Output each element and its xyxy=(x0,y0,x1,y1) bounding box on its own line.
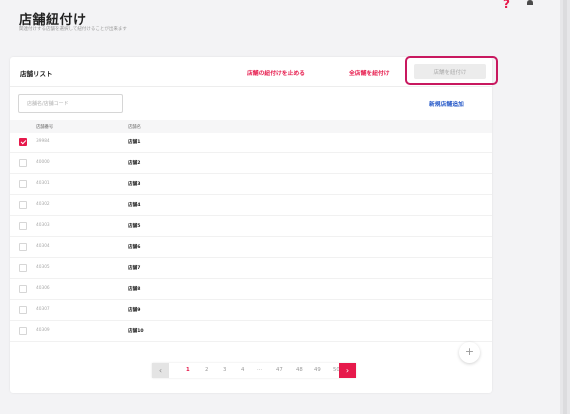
page-link[interactable]: 49 xyxy=(314,367,321,373)
page-ellipsis: ··· xyxy=(257,367,263,373)
help-icon[interactable]: ? xyxy=(503,0,510,11)
search-input[interactable] xyxy=(18,94,123,113)
bell-icon[interactable] xyxy=(526,0,534,6)
row-checkbox[interactable] xyxy=(19,306,27,314)
row-checkbox[interactable] xyxy=(19,264,27,272)
next-page-button[interactable]: › xyxy=(339,363,356,378)
table-row[interactable]: 40307 店舗9 xyxy=(10,301,492,321)
store-name: 店舗4 xyxy=(128,203,141,208)
store-name: 店舗10 xyxy=(128,329,144,334)
stop-linking-button[interactable]: 店舗の紐付けを止める xyxy=(247,68,305,77)
table-row[interactable]: 40302 店舗4 xyxy=(10,196,492,216)
add-fab-button[interactable]: + xyxy=(459,342,480,363)
page-link[interactable]: 1 xyxy=(186,367,190,373)
page-link[interactable]: 3 xyxy=(223,367,226,373)
column-header-store-no: 店舗番号 xyxy=(36,125,54,130)
store-number: 40302 xyxy=(36,202,50,207)
table-row[interactable]: 40000 店舗2 xyxy=(10,154,492,174)
page-link[interactable]: 4 xyxy=(241,367,244,373)
store-number: 40303 xyxy=(36,223,50,228)
scrollbar[interactable] xyxy=(560,0,570,414)
row-checkbox[interactable] xyxy=(19,243,27,251)
divider xyxy=(10,86,492,87)
row-checkbox[interactable] xyxy=(19,180,27,188)
table-row[interactable]: 40303 店舗5 xyxy=(10,217,492,237)
row-checkbox[interactable] xyxy=(19,201,27,209)
link-all-stores-button[interactable]: 全店舗を紐付け xyxy=(349,68,390,77)
row-checkbox[interactable] xyxy=(19,285,27,293)
store-number: 40301 xyxy=(36,181,50,186)
store-name: 店舗7 xyxy=(128,266,141,271)
page-link[interactable]: 47 xyxy=(276,367,283,373)
store-number: 40309 xyxy=(36,328,50,333)
table-row[interactable]: 40309 店舗10 xyxy=(10,322,492,342)
store-number: 40306 xyxy=(36,286,50,291)
row-checkbox[interactable] xyxy=(19,222,27,230)
page-link[interactable]: 2 xyxy=(205,367,208,373)
store-name: 店舗5 xyxy=(128,224,141,229)
store-number: 40304 xyxy=(36,244,50,249)
prev-page-button[interactable]: ‹ xyxy=(152,363,169,378)
store-name: 店舗2 xyxy=(128,161,141,166)
table-row[interactable]: 40305 店舗7 xyxy=(10,259,492,279)
column-header-store-name: 店舗名 xyxy=(128,125,141,130)
store-name: 店舗1 xyxy=(128,140,141,145)
store-number: 40307 xyxy=(36,307,50,312)
table-row[interactable]: 40301 店舗3 xyxy=(10,175,492,195)
store-name: 店舗6 xyxy=(128,245,141,250)
row-checkbox[interactable] xyxy=(19,159,27,167)
table-row[interactable]: 39984 店舗1 xyxy=(10,133,492,153)
page-subtitle: 関連付けする店舗を選択して紐付けることが出来ます xyxy=(19,27,127,32)
store-number: 40000 xyxy=(36,160,50,165)
pagination: ‹ 1 2 3 4 ··· 47 48 49 50 › xyxy=(152,363,356,378)
store-list-card: 店舗リスト 店舗の紐付けを止める 全店舗を紐付け 店舗を紐付け 新規店舗追加 店… xyxy=(10,56,498,393)
row-checkbox[interactable] xyxy=(19,138,27,146)
store-name: 店舗3 xyxy=(128,182,141,187)
store-name: 店舗9 xyxy=(128,308,141,313)
table-row[interactable]: 40304 店舗6 xyxy=(10,238,492,258)
table-row[interactable]: 40306 店舗8 xyxy=(10,280,492,300)
store-name: 店舗8 xyxy=(128,287,141,292)
card-title: 店舗リスト xyxy=(20,70,53,78)
page-link[interactable]: 48 xyxy=(296,367,303,373)
new-store-link[interactable]: 新規店舗追加 xyxy=(429,99,464,108)
store-number: 39984 xyxy=(36,139,50,144)
table-header: 店舗番号 店舗名 xyxy=(10,120,492,133)
row-checkbox[interactable] xyxy=(19,327,27,335)
store-number: 40305 xyxy=(36,265,50,270)
link-stores-button[interactable]: 店舗を紐付け xyxy=(414,64,486,79)
